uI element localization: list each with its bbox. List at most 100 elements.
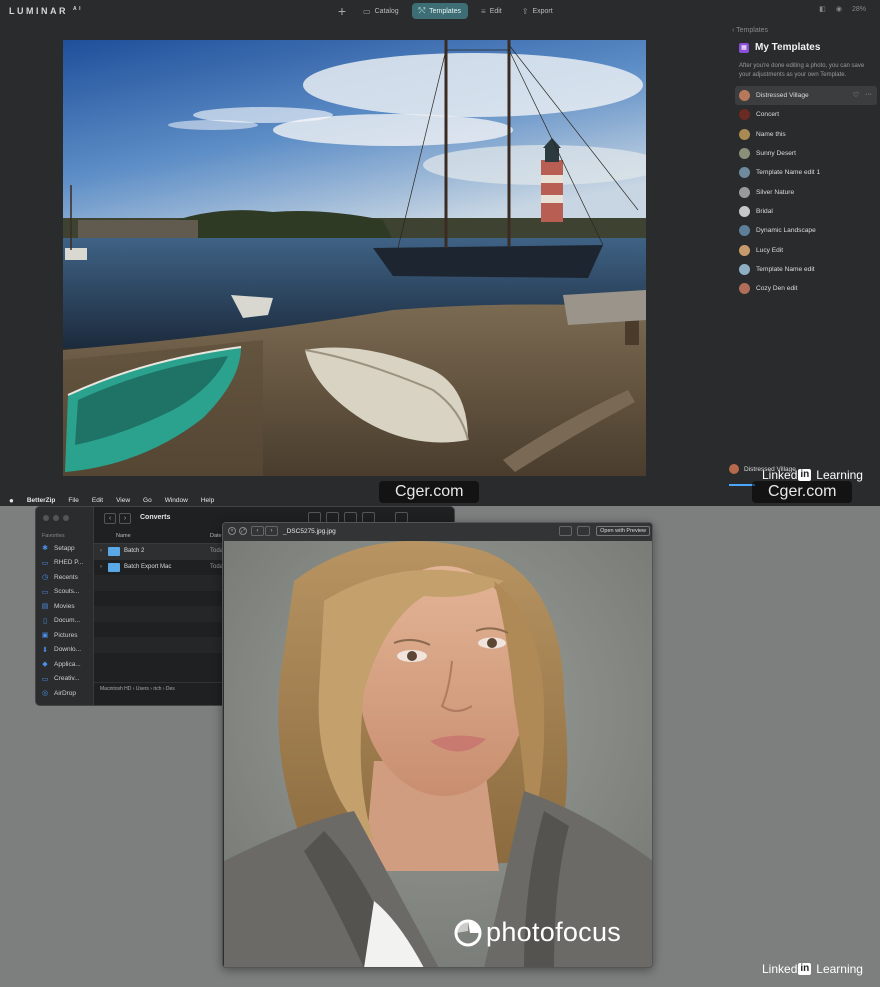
sidebar-item[interactable]: ⬇ Downlo... — [40, 643, 94, 658]
folder-icon: ▭ — [41, 559, 49, 567]
chevron-right-icon[interactable]: › — [100, 548, 102, 554]
template-item[interactable]: Concert — [735, 105, 877, 124]
template-list: Distressed Village ♡ ··· Concert Name thi… — [735, 86, 877, 298]
tab-catalog[interactable]: ▭ Catalog — [356, 3, 406, 19]
forward-button[interactable]: › — [119, 513, 131, 524]
menu-file[interactable]: File — [68, 497, 78, 504]
luminar-topbar: LUMINAR AI + ▭ Catalog ⤲ Templates ≡ Edit ⇪… — [0, 0, 880, 22]
clock-icon: ◷ — [41, 574, 49, 582]
chevron-right-icon[interactable]: › — [100, 564, 102, 570]
template-item[interactable]: Dynamic Landscape — [735, 221, 877, 240]
fullscreen-icon[interactable]: ⤢ — [239, 527, 247, 535]
template-thumbnail — [739, 225, 750, 237]
add-icon[interactable]: + — [334, 3, 350, 19]
template-item[interactable]: Lucy Edit — [735, 240, 877, 259]
tab-export[interactable]: ⇪ Export — [515, 3, 560, 19]
eye-icon[interactable]: ◉ — [836, 5, 842, 13]
template-item[interactable]: Bridal — [735, 202, 877, 221]
export-icon: ⇪ — [521, 6, 529, 16]
aperture-icon — [454, 919, 482, 946]
setapp-icon: ✱ — [42, 545, 48, 553]
next-button[interactable]: › — [265, 526, 278, 536]
back-link[interactable]: ‹ Templates — [732, 27, 768, 34]
tab-templates[interactable]: ⤲ Templates — [411, 3, 469, 19]
sidebar-item[interactable]: ▯ Docum... — [40, 614, 94, 629]
template-item[interactable]: Distressed Village ♡ ··· — [735, 86, 877, 106]
portrait-photo: photofocus — [224, 541, 652, 967]
applications-icon: ◆ — [42, 661, 48, 669]
sidebar-item[interactable]: ▣ Pictures — [40, 628, 94, 643]
cger-watermark: Cger.com — [752, 481, 853, 503]
template-thumbnail — [739, 128, 750, 140]
sidebar-item[interactable]: ▤ Movies — [40, 599, 94, 614]
sidebar-item[interactable]: ▭ Scouts... — [40, 585, 94, 600]
menu-edit[interactable]: Edit — [92, 497, 103, 504]
sidebar-item[interactable]: ◆ Applica... — [40, 657, 94, 672]
tab-edit[interactable]: ≡ Edit — [474, 3, 509, 19]
finder-title: Converts — [140, 514, 171, 521]
sidebar-item[interactable]: ▭ Creativ... — [40, 672, 94, 687]
quicklook-window: × ⤢ ‹ › _DSC5275.jpg.jpg Open with Previ… — [222, 522, 653, 968]
template-thumbnail — [739, 283, 750, 295]
template-thumbnail — [739, 186, 750, 198]
compare-icon[interactable]: ◧ — [819, 5, 826, 13]
menu-view[interactable]: View — [116, 497, 130, 504]
templates-panel: ‹ Templates ▦ My Templates After you're … — [724, 22, 880, 506]
sidebar-item[interactable]: ▭ RHED P... — [40, 556, 94, 571]
template-item[interactable]: Sunny Desert — [735, 144, 877, 163]
picture-icon: ▣ — [41, 632, 49, 640]
sidebar-item[interactable]: ✱ Setapp — [40, 541, 94, 556]
favorites-header: Favorites — [42, 533, 65, 539]
column-name[interactable]: Name — [116, 533, 131, 539]
linkedin-learning-watermark: Linked in Learning — [762, 962, 863, 976]
favorites-list: ✱ Setapp ▭ RHED P... ◷ Recents ▭ Scouts... ▤… — [40, 541, 94, 701]
template-thumbnail — [739, 244, 750, 256]
open-with-preview-button[interactable]: Open with Preview — [596, 526, 650, 536]
zoom-level[interactable]: 28% — [852, 6, 866, 13]
column-date[interactable]: Date — [210, 533, 222, 539]
template-item[interactable]: Template Name edit 1 — [735, 163, 877, 182]
template-item[interactable]: Name this — [735, 125, 877, 144]
apple-icon[interactable]: ● — [9, 496, 14, 505]
more-icon[interactable]: ··· — [865, 91, 872, 99]
menu-window[interactable]: Window — [165, 497, 188, 504]
quicklook-toolbar: × ⤢ ‹ › _DSC5275.jpg.jpg Open with Previ… — [223, 523, 652, 541]
folder-icon: ▭ — [41, 675, 49, 683]
panel-description: After you're done editing a photo, you c… — [739, 63, 865, 78]
panel-title: ▦ My Templates — [739, 42, 820, 53]
template-thumbnail — [739, 90, 750, 102]
menu-app-name[interactable]: BetterZip — [27, 497, 56, 504]
menu-go[interactable]: Go — [143, 497, 152, 504]
zoom-window-icon[interactable] — [63, 515, 69, 521]
film-icon: ▤ — [41, 603, 49, 611]
menu-help[interactable]: Help — [201, 497, 214, 504]
my-templates-icon: ▦ — [739, 42, 749, 53]
finder-sidebar: Favorites ✱ Setapp ▭ RHED P... ◷ Recents ▭ S… — [36, 507, 94, 705]
minimize-window-icon[interactable] — [53, 515, 59, 521]
folder-icon — [108, 547, 120, 556]
harbor-photo[interactable] — [63, 40, 646, 476]
close-window-icon[interactable] — [43, 515, 49, 521]
grid-icon[interactable] — [559, 526, 572, 536]
sidebar-item[interactable]: ◷ Recents — [40, 570, 94, 585]
catalog-icon: ▭ — [363, 6, 371, 16]
document-icon: ▯ — [43, 617, 47, 625]
close-icon[interactable]: × — [228, 527, 236, 535]
sidebar-item[interactable]: ◎ AirDrop — [40, 686, 94, 701]
luminar-logo: LUMINAR AI — [9, 6, 84, 16]
template-thumbnail — [739, 148, 750, 160]
template-item[interactable]: Silver Nature — [735, 182, 877, 201]
template-item[interactable]: Template Name edit — [735, 260, 877, 279]
photofocus-logo: photofocus — [454, 917, 621, 948]
templates-icon: ⤲ — [418, 6, 426, 15]
window-controls — [43, 515, 69, 521]
template-thumbnail — [729, 464, 739, 474]
previous-button[interactable]: ‹ — [251, 526, 264, 536]
template-item[interactable]: Cozy Den edit — [735, 279, 877, 298]
template-thumbnail — [739, 205, 750, 217]
folder-icon: ▭ — [41, 588, 49, 596]
back-button[interactable]: ‹ — [104, 513, 116, 524]
share-icon[interactable] — [577, 526, 590, 536]
heart-icon[interactable]: ♡ — [853, 91, 859, 99]
template-thumbnail — [739, 263, 750, 275]
